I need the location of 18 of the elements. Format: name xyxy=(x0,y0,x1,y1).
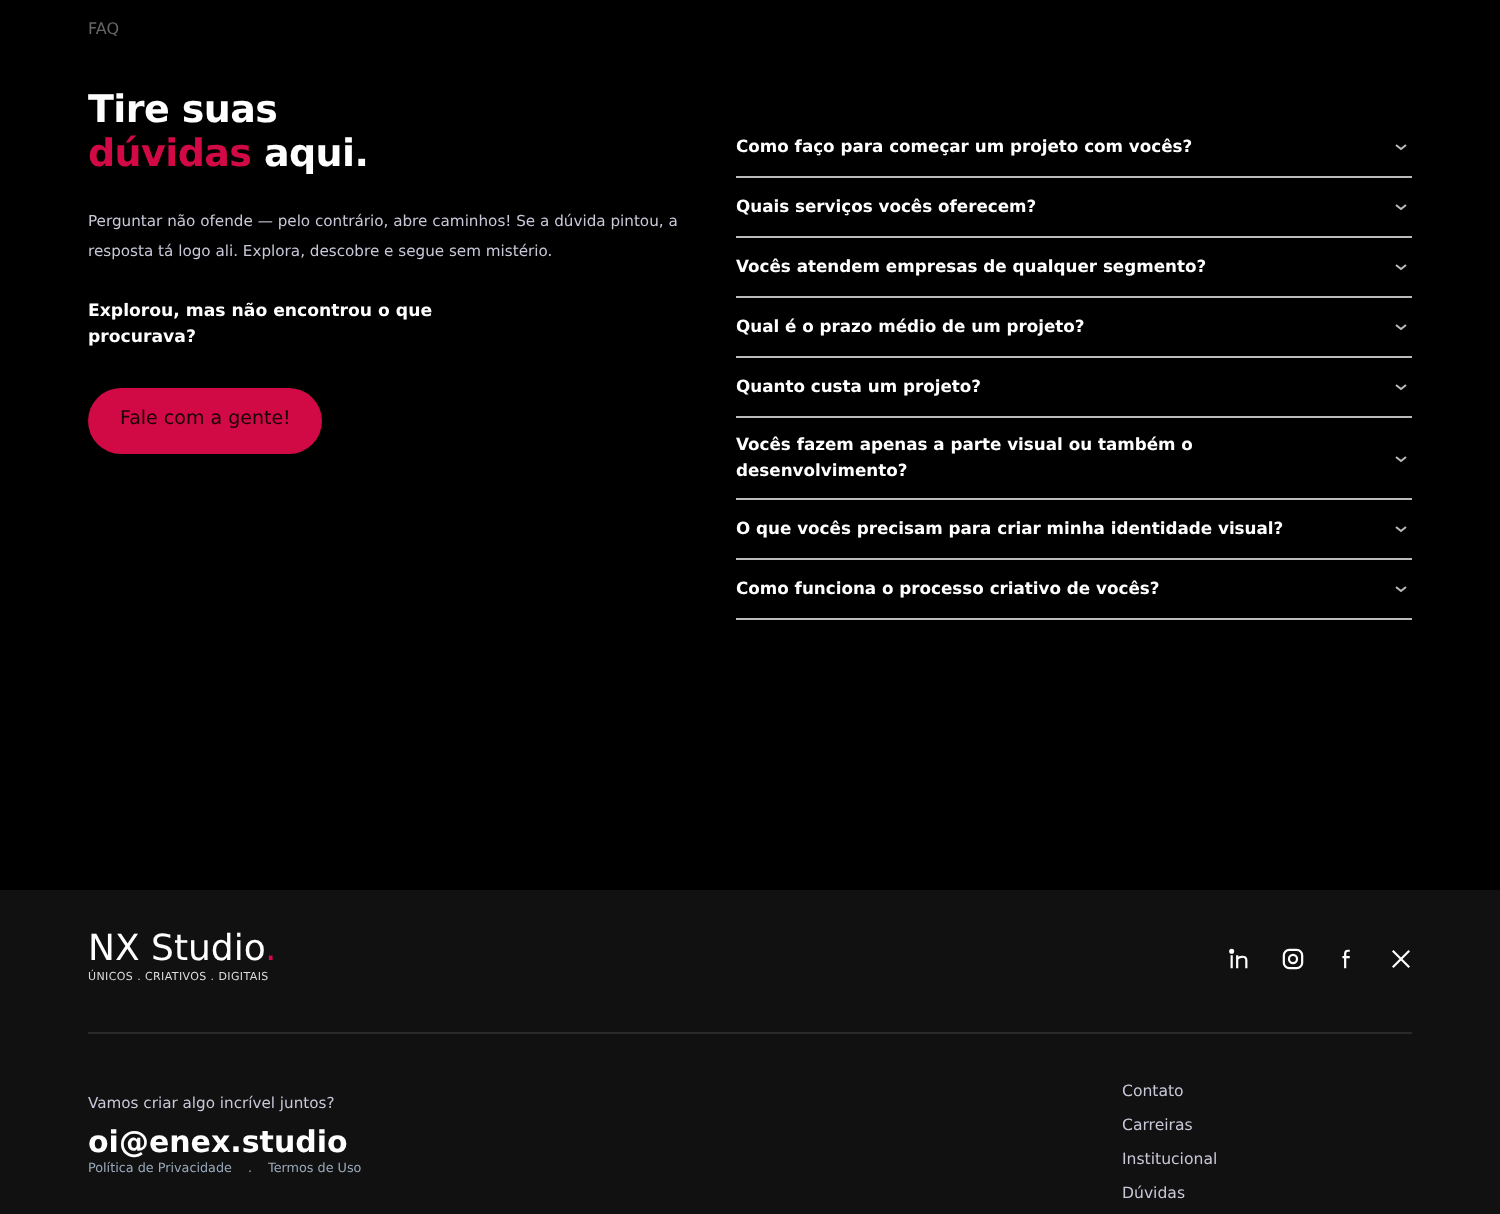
email-link[interactable]: oi@enex.studio xyxy=(88,1123,362,1160)
faq-question[interactable]: Como faço para começar um projeto com vocês? xyxy=(736,118,1412,178)
instagram-icon[interactable] xyxy=(1282,947,1304,970)
faq-question[interactable]: Como funciona o processo criativo de vocês? xyxy=(736,560,1412,620)
heading-line: dúvidas aqui. xyxy=(88,132,369,176)
logo: NX Studio. xyxy=(88,930,277,970)
faq-question[interactable]: O que vocês precisam para criar minha identidade visual? xyxy=(736,500,1412,560)
section-label: FAQ xyxy=(88,22,119,38)
faq-question[interactable]: Quanto custa um projeto? xyxy=(736,358,1412,418)
faq-question[interactable]: Vocês atendem empresas de qualquer segmento? xyxy=(736,238,1412,298)
faq-question[interactable]: Quais serviços vocês oferecem? xyxy=(736,178,1412,238)
x-icon[interactable] xyxy=(1390,947,1412,970)
prompt-text: Explorou, mas não encontrou o que procurava? xyxy=(88,300,435,352)
contact-button[interactable]: Fale com a gente! xyxy=(88,388,323,454)
heading-line: Tire suas xyxy=(88,88,278,132)
faq-question[interactable]: Vocês fazem apenas a parte visual ou também o desenvolvimento? xyxy=(736,418,1412,500)
faq-question[interactable]: Qual é o prazo médio de um projeto? xyxy=(736,298,1412,358)
linkedin-icon[interactable] xyxy=(1228,947,1250,970)
